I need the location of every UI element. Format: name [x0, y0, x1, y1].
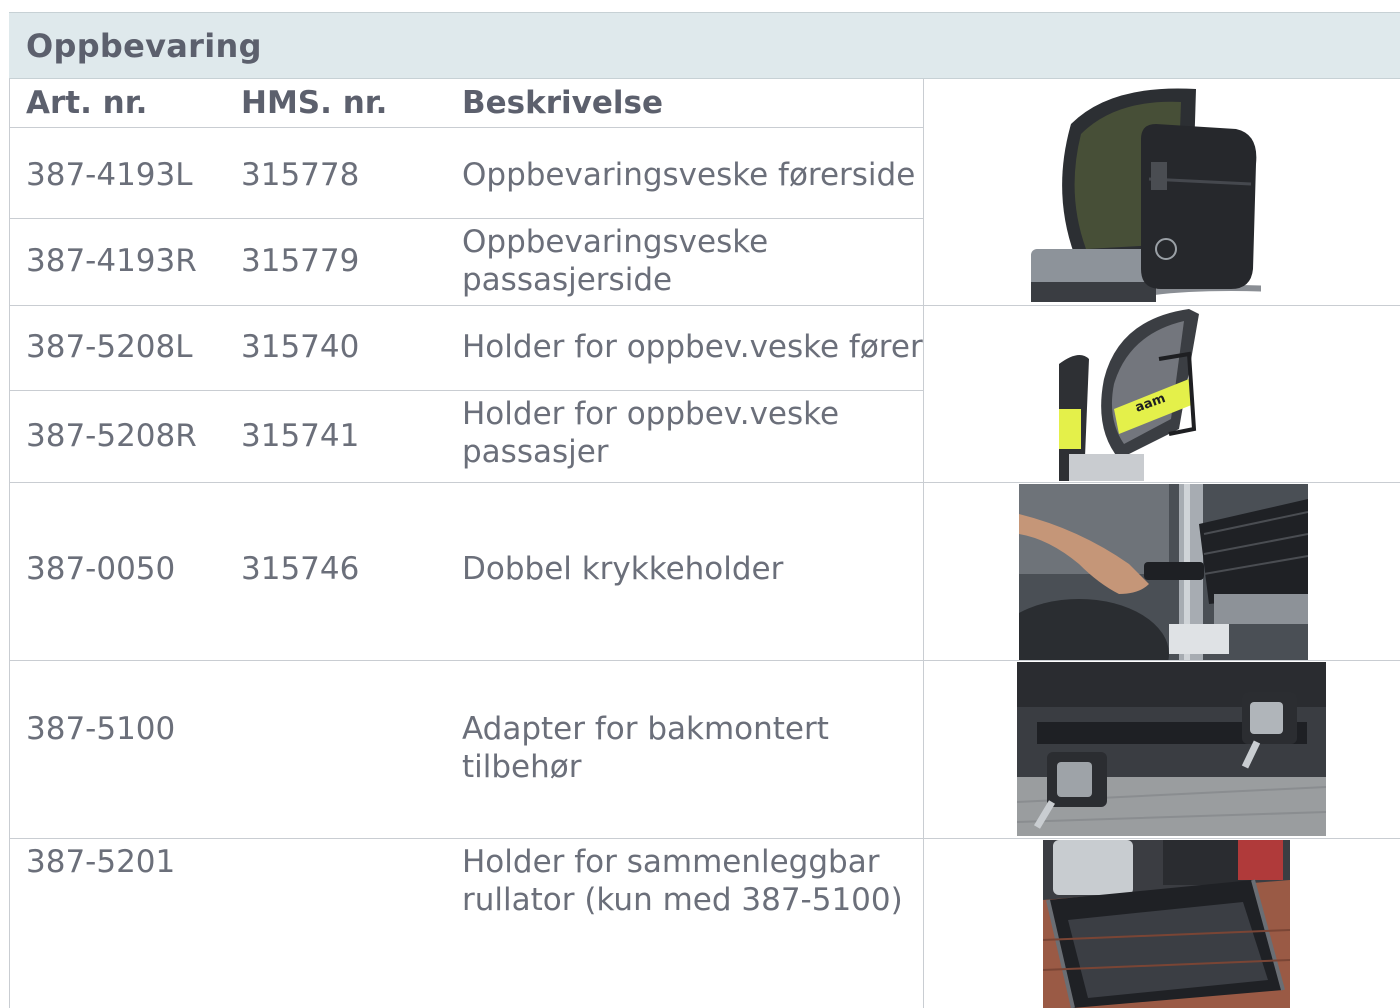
row-divider [10, 660, 1400, 661]
bag-holder-on-seat-photo: aam [1059, 309, 1201, 481]
table-cell-description: Dobbel krykkeholder [462, 551, 784, 587]
row-divider [10, 838, 1400, 839]
row-divider [10, 127, 923, 128]
column-divider [923, 79, 924, 1008]
row-divider [10, 390, 923, 391]
table-cell-hms: 315778 [241, 157, 360, 193]
table-cell-art: 387-4193R [26, 243, 197, 279]
table-cell-hms: 315741 [241, 418, 360, 454]
column-header-art: Art. nr. [26, 85, 148, 121]
table-cell-art: 387-5100 [26, 711, 176, 747]
section-header-bar: Oppbevaring [9, 12, 1400, 79]
storage-bag-on-seat-photo [1031, 84, 1261, 302]
column-header-description: Beskrivelse [462, 85, 663, 121]
rollator-holder-photo [1043, 840, 1290, 1008]
crutch-holder-photo [1019, 484, 1308, 660]
table-cell-art: 387-5208R [26, 418, 197, 454]
table-cell-description: Oppbevaringsveske førerside [462, 157, 916, 193]
table-cell-description: Holder for oppbev.veske passasjer [462, 396, 840, 470]
table-cell-art: 387-4193L [26, 157, 193, 193]
rear-adapter-photo [1017, 662, 1326, 836]
table-cell-description: Oppbevaringsveske passasjerside [462, 224, 769, 298]
table-cell-hms: 315779 [241, 243, 360, 279]
table-cell-hms: 315740 [241, 329, 360, 365]
table-cell-description: Adapter for bakmontert tilbehør [462, 711, 829, 785]
row-divider [10, 305, 1400, 306]
table-cell-hms: 315746 [241, 551, 360, 587]
table-cell-art: 387-0050 [26, 551, 176, 587]
column-header-hms: HMS. nr. [241, 85, 388, 121]
row-divider [10, 482, 1400, 483]
table-cell-description: Holder for oppbev.veske fører [462, 329, 923, 365]
section-title: Oppbevaring [26, 27, 262, 65]
table-cell-art: 387-5201 [26, 844, 176, 880]
table-cell-description: Holder for sammenleggbar rullator (kun m… [462, 844, 903, 918]
table-cell-art: 387-5208L [26, 329, 193, 365]
row-divider [10, 218, 923, 219]
